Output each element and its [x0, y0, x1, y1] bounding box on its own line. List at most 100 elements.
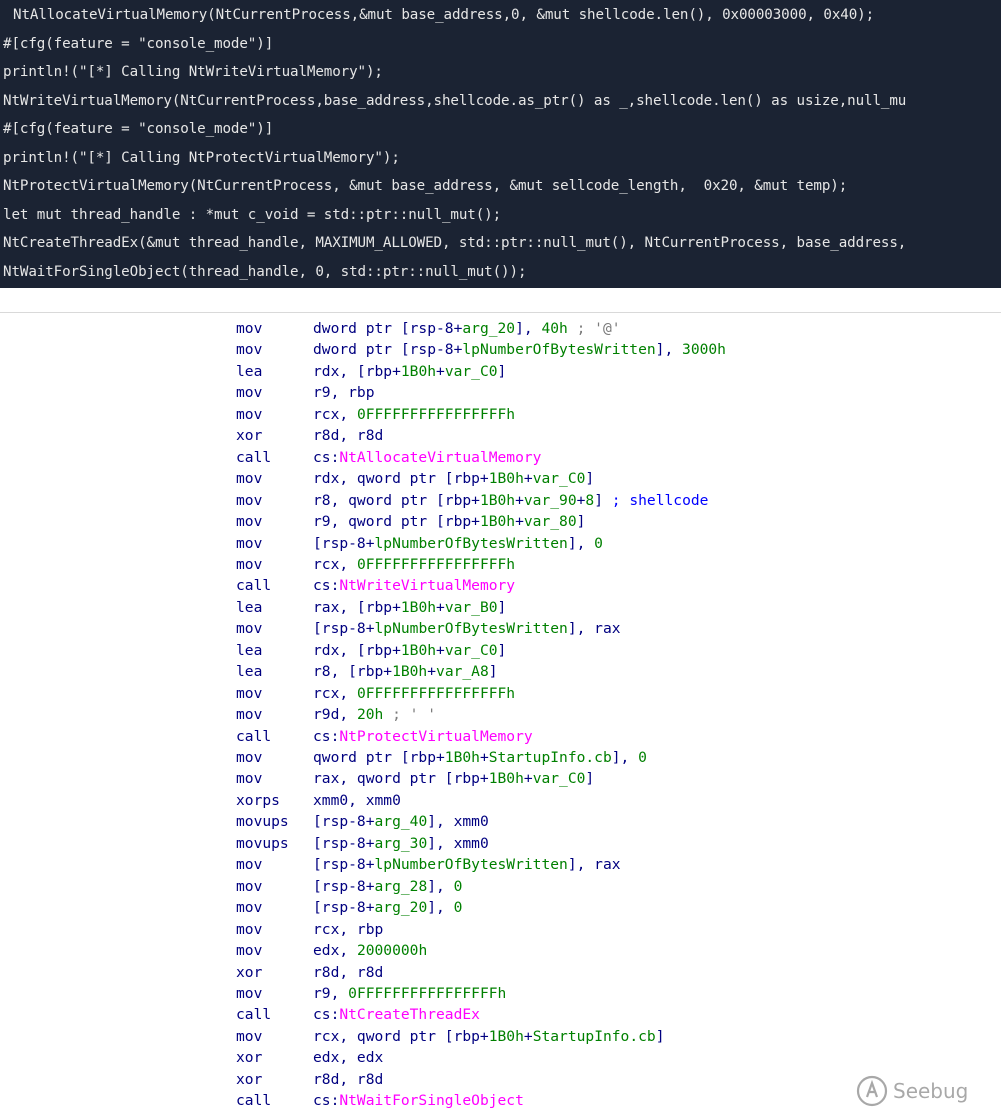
asm-operand-value: 1B0h — [400, 362, 437, 380]
asm-operand-value: arg_20 — [374, 899, 428, 917]
asm-mnemonic: mov — [236, 534, 263, 552]
asm-operand-text: edx, — [313, 942, 357, 960]
asm-operand-text: rcx, — [313, 684, 357, 702]
asm-operand-text: r9, — [313, 984, 349, 1002]
asm-operand-text: cs: — [313, 577, 340, 595]
asm-operand-text: ], — [427, 899, 454, 917]
asm-operand-text: rcx, — [313, 555, 357, 573]
asm-mnemonic: mov — [236, 555, 263, 573]
asm-operand-text: ] — [497, 641, 507, 659]
asm-operands: cs:NtWaitForSingleObject — [313, 1090, 524, 1112]
asm-mnemonic: mov — [236, 620, 263, 638]
asm-operand-text: cs: — [313, 727, 340, 745]
disassembly-row: mov rax, qword ptr [rbp+1B0h+var_C0] — [0, 768, 1001, 790]
asm-mnemonic: mov — [236, 942, 263, 960]
disassembly-row: movups [rsp-8+arg_40], xmm0 — [0, 811, 1001, 833]
disassembly-row: call cs:NtCreateThreadEx — [0, 1004, 1001, 1026]
asm-operand-text: [rsp-8+ — [313, 813, 375, 831]
asm-operand-value: 1B0h — [392, 663, 428, 681]
asm-operand-value: 1B0h — [488, 470, 524, 488]
disassembly-row: mov r8, qword ptr [rbp+1B0h+var_90+8] ; s… — [0, 490, 1001, 512]
disassembly-row: mov rcx, 0FFFFFFFFFFFFFFFFh — [0, 683, 1001, 705]
section-divider — [0, 312, 1001, 313]
asm-operand-value: 1B0h — [444, 749, 480, 766]
asm-operand-text: cs: — [313, 448, 340, 466]
asm-operand-value: 1B0h — [488, 770, 524, 788]
asm-operand-text: r8d, r8d — [313, 963, 384, 981]
asm-operand-text: cs: — [313, 1006, 340, 1024]
asm-function-name: NtProtectVirtualMemory — [339, 727, 533, 745]
disassembly-row: mov [rsp-8+lpNumberOfBytesWritten], rax — [0, 618, 1001, 640]
asm-operand-text: + — [523, 1027, 533, 1045]
asm-operand-text: rax, [rbp+ — [313, 598, 401, 616]
asm-mnemonic: call — [236, 1006, 272, 1024]
asm-mnemonic: mov — [236, 405, 263, 423]
asm-operand-text: + — [515, 491, 524, 509]
disassembly-row: lea r8, [rbp+1B0h+var_A8] — [0, 661, 1001, 683]
asm-operands: rcx, 0FFFFFFFFFFFFFFFFh — [313, 683, 515, 705]
disassembly-row: mov dword ptr [rsp-8+lpNumberOfBytesWritt… — [0, 339, 1001, 361]
disassembly-row: xor r8d, r8d — [0, 425, 1001, 447]
asm-mnemonic: mov — [236, 491, 263, 509]
asm-operands: rdx, [rbp+1B0h+var_C0] — [313, 361, 506, 383]
asm-operand-value: 2000000h — [356, 942, 428, 960]
asm-mnemonic: mov — [236, 384, 263, 402]
asm-operands: rax, qword ptr [rbp+1B0h+var_C0] — [313, 768, 594, 790]
disassembly-row: mov [rsp-8+arg_28], 0 — [0, 876, 1001, 898]
asm-operand-text: + — [523, 770, 533, 788]
asm-operand-value: var_C0 — [444, 641, 498, 659]
asm-operand-value: 0FFFFFFFFFFFFFFFFh — [356, 555, 516, 573]
disassembly-row: mov dword ptr [rsp-8+arg_20], 40h ; '@' — [0, 318, 1001, 340]
disassembly-row: mov [rsp-8+lpNumberOfBytesWritten], 0 — [0, 533, 1001, 555]
asm-operands: [rsp-8+lpNumberOfBytesWritten], rax — [313, 618, 621, 640]
asm-operand-text: ], — [655, 341, 683, 359]
asm-comment: ; '@' — [567, 320, 621, 337]
source-code-line: let mut thread_handle : *mut c_void = st… — [3, 206, 502, 223]
asm-operand-text: + — [436, 362, 445, 380]
asm-mnemonic: mov — [236, 920, 263, 938]
asm-operands: rcx, qword ptr [rbp+1B0h+StartupInfo.cb] — [313, 1026, 665, 1048]
asm-operands: xmm0, xmm0 — [313, 790, 401, 812]
asm-mnemonic: mov — [236, 899, 263, 917]
asm-mnemonic: mov — [236, 856, 263, 874]
asm-operand-text: r8, qword ptr [rbp+ — [313, 491, 480, 509]
asm-operands: rax, [rbp+1B0h+var_B0] — [313, 597, 506, 619]
asm-operand-text: [rsp-8+ — [313, 899, 375, 917]
asm-operands: qword ptr [rbp+1B0h+StartupInfo.cb], 0 — [313, 747, 647, 769]
disassembly-row: movups [rsp-8+arg_30], xmm0 — [0, 833, 1001, 855]
asm-operand-text: r9, rbp — [313, 384, 375, 402]
asm-operand-value: 0FFFFFFFFFFFFFFFFh — [348, 984, 507, 1002]
rust-source-code-panel: NtAllocateVirtualMemory(NtCurrentProcess… — [0, 0, 1001, 288]
asm-operand-text: + — [427, 663, 437, 681]
asm-mnemonic: call — [236, 577, 272, 595]
asm-operands: [rsp-8+lpNumberOfBytesWritten], rax — [313, 854, 621, 876]
asm-operands: r9, 0FFFFFFFFFFFFFFFFh — [313, 983, 506, 1005]
asm-operand-text: + — [436, 641, 445, 659]
asm-operand-text: ], xmm0 — [427, 813, 489, 831]
asm-operand-text: ] — [488, 663, 498, 681]
seebug-logo-icon — [856, 1075, 888, 1107]
asm-mnemonic: mov — [236, 984, 263, 1002]
asm-operand-text: r9d, — [313, 706, 357, 724]
asm-operands: [rsp-8+arg_40], xmm0 — [313, 811, 489, 833]
asm-operand-text: ], xmm0 — [427, 834, 489, 852]
asm-operand-text: ] — [594, 491, 612, 509]
asm-operand-text: ], rax — [567, 620, 621, 638]
asm-operands: cs:NtProtectVirtualMemory — [313, 726, 533, 748]
asm-operand-text: qword ptr [rbp+ — [313, 749, 445, 766]
asm-operand-text: r8d, r8d — [313, 427, 384, 445]
asm-mnemonic: mov — [236, 706, 263, 724]
asm-operand-value: lpNumberOfBytesWritten — [374, 620, 568, 638]
asm-operand-value: 0 — [638, 749, 647, 766]
asm-operand-text: + — [479, 749, 489, 766]
asm-mnemonic: call — [236, 448, 272, 466]
asm-operand-text: ] — [655, 1027, 665, 1045]
source-code-line: println!("[*] Calling NtProtectVirtualMe… — [3, 149, 400, 166]
asm-operand-text: ], — [567, 534, 595, 552]
asm-operand-text: ] — [585, 770, 595, 788]
asm-operands: dword ptr [rsp-8+arg_20], 40h ; '@' — [313, 318, 621, 340]
asm-operand-text: [rsp-8+ — [313, 877, 375, 895]
asm-operand-text: + — [515, 513, 524, 531]
asm-operand-text: ] — [585, 470, 595, 488]
asm-operand-text: rcx, qword ptr [rbp+ — [313, 1027, 489, 1045]
